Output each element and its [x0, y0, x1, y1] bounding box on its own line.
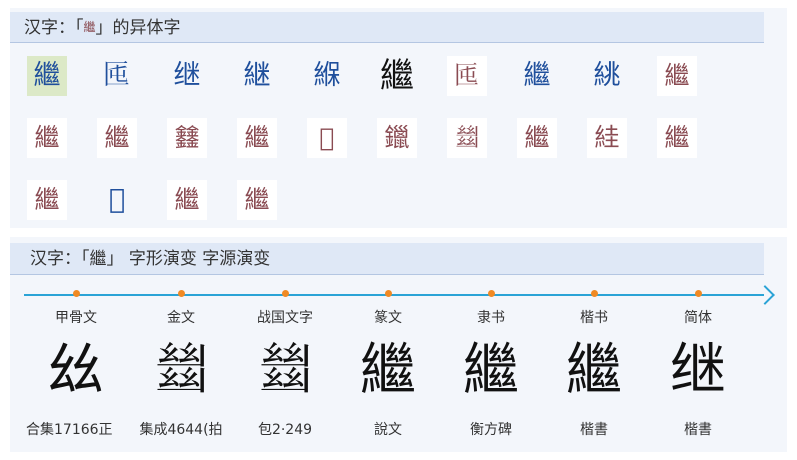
evolution-panel: 汉字：「繼」 字形演变 字源演变 甲骨文 𢆶 合集17166正 金文 𢇍 集成4… — [10, 237, 787, 452]
variant-item[interactable]: 継 — [237, 56, 277, 96]
stage-glyph[interactable]: 繼 — [333, 332, 443, 410]
variant-item[interactable]: 繼 — [517, 56, 557, 96]
title-prefix: 汉字：「 — [24, 18, 84, 38]
stage-era: 甲骨文 — [55, 310, 97, 326]
variant-item[interactable]: 繼 — [237, 180, 277, 220]
stage-era: 隶书 — [477, 310, 505, 326]
stage-era: 金文 — [167, 310, 195, 326]
variant-item[interactable]: 繼 — [237, 118, 277, 158]
variant-item[interactable]: 繼 — [27, 180, 67, 220]
variant-item[interactable]: 𨰻 — [167, 118, 207, 158]
stage-era: 简体 — [684, 310, 712, 326]
variant-item[interactable]: 𢇍 — [447, 118, 487, 158]
title-char: 繼 — [83, 20, 96, 34]
variant-item[interactable]: 𠤲 — [447, 56, 487, 96]
variants-panel-title: 汉字：「繼」的异体字 — [10, 12, 764, 43]
timeline-dot — [695, 290, 702, 297]
stage-source: 衡方碑 — [470, 422, 512, 438]
stage-source: 包2·249 — [257, 422, 313, 438]
variant-item[interactable]: 繼 — [657, 118, 697, 158]
variant-item[interactable]: 繼 — [377, 56, 417, 96]
timeline-arrow-icon — [755, 285, 775, 305]
stage-era: 楷书 — [580, 310, 608, 326]
variant-item[interactable]: 繼 — [657, 56, 697, 96]
timeline-dot — [178, 290, 185, 297]
evolution-panel-title: 汉字：「繼」 字形演变 字源演变 — [10, 243, 764, 275]
timeline-dot — [488, 290, 495, 297]
stage-glyph[interactable]: 𢆶 — [21, 332, 131, 410]
variant-item[interactable]: 𦀪 — [307, 118, 347, 158]
variant-item[interactable]: 继 — [167, 56, 207, 96]
variant-item[interactable]: 緥 — [307, 56, 347, 96]
stage-era: 篆文 — [374, 310, 402, 326]
stage-source: 說文 — [374, 422, 402, 438]
stage-glyph[interactable]: 𢇍 — [126, 332, 236, 410]
timeline-dot — [282, 290, 289, 297]
variants-panel: 汉字：「繼」的异体字 繼 𠤲 继 継 緥 繼 𠤲 繼 絩 繼 繼 繼 𨰻 繼 𦀪… — [10, 8, 787, 228]
timeline-dot — [73, 290, 80, 297]
stage-glyph[interactable]: 继 — [643, 332, 753, 410]
stage-source: 楷書 — [580, 422, 608, 438]
stage-glyph[interactable]: 繼 — [436, 332, 546, 410]
variant-item[interactable]: 繼 — [517, 118, 557, 158]
timeline-dot — [591, 290, 598, 297]
variant-item[interactable]: 繼 — [27, 118, 67, 158]
timeline-dot — [385, 290, 392, 297]
variant-item[interactable]: 繼 — [27, 56, 67, 96]
variant-item[interactable]: 繼 — [97, 118, 137, 158]
variant-item[interactable]: 鑞 — [377, 118, 417, 158]
stage-era: 战国文字 — [257, 310, 313, 326]
timeline-line — [24, 294, 764, 296]
variant-item[interactable]: 𡿟 — [97, 180, 137, 220]
title-suffix: 」的异体字 — [95, 18, 181, 38]
stage-source: 合集17166正 — [26, 422, 113, 438]
stage-source: 集成4644(拍 — [139, 422, 223, 438]
stage-glyph[interactable]: 𢇍 — [230, 332, 340, 410]
stage-source: 楷書 — [684, 422, 712, 438]
variant-item[interactable]: 絩 — [587, 56, 627, 96]
variant-item[interactable]: 𠤲 — [97, 56, 137, 96]
variant-item[interactable]: 繼 — [167, 180, 207, 220]
stage-glyph[interactable]: 繼 — [539, 332, 649, 410]
variant-item[interactable]: 絓 — [587, 118, 627, 158]
